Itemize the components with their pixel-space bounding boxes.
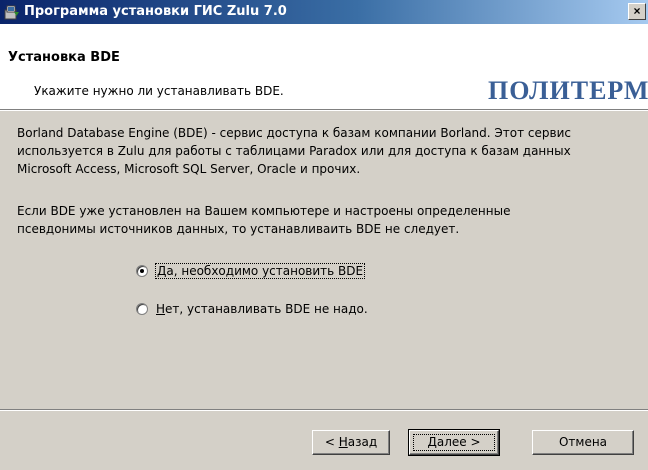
politerm-logo: ПОЛИТЕРМ <box>488 76 648 105</box>
description-paragraph-1: Borland Database Engine (BDE) - сервис д… <box>17 126 571 176</box>
installer-icon <box>4 4 20 20</box>
description-paragraph-2: Если BDE уже установлен на Вашем компьют… <box>17 204 511 236</box>
installer-window: Программа установки ГИС Zulu 7.0 × Устан… <box>0 0 648 470</box>
close-button[interactable]: × <box>628 3 646 20</box>
radio-install-bde[interactable] <box>136 265 148 277</box>
wizard-header: Установка BDE Укажите нужно ли устанавли… <box>0 24 648 111</box>
next-button[interactable]: Далее > <box>408 429 500 456</box>
radio-skip-bde[interactable] <box>136 303 148 315</box>
title-bar[interactable]: Программа установки ГИС Zulu 7.0 × <box>0 0 648 24</box>
option-install-bde-label: Да, необходимо установить BDE <box>154 263 366 279</box>
footer-divider <box>0 409 648 411</box>
option-install-bde[interactable]: Да, необходимо установить BDE <box>136 263 366 279</box>
back-button[interactable]: < Назад <box>312 430 390 455</box>
cancel-button[interactable]: Отмена <box>532 430 634 455</box>
page-title: Установка BDE <box>8 50 120 65</box>
close-icon: × <box>633 4 641 18</box>
option-skip-bde[interactable]: Нет, устанавливать BDE не надо. <box>136 302 368 316</box>
page-subtitle: Укажите нужно ли устанавливать BDE. <box>34 84 284 98</box>
option-skip-bde-label: Нет, устанавливать BDE не надо. <box>156 302 368 316</box>
window-title: Программа установки ГИС Zulu 7.0 <box>24 4 287 19</box>
